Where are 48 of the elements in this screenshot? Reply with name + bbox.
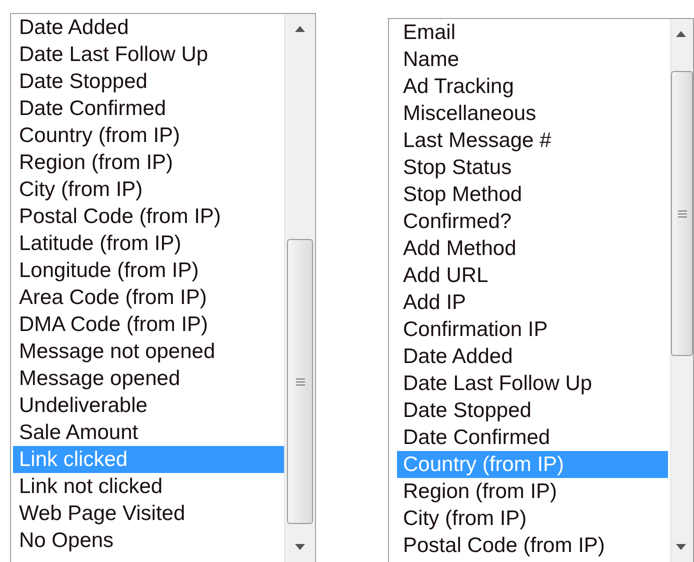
list-item[interactable]: Message not opened xyxy=(13,338,284,365)
list-item[interactable]: No Opens xyxy=(13,527,284,554)
list-item[interactable]: Date Confirmed xyxy=(397,424,668,451)
down-arrow-icon[interactable] xyxy=(676,544,686,550)
list-item[interactable]: City (from IP) xyxy=(13,176,284,203)
list-item[interactable]: Miscellaneous xyxy=(397,100,668,127)
scrollbar[interactable] xyxy=(670,19,693,562)
list-item[interactable]: Date Stopped xyxy=(397,397,668,424)
list-item[interactable]: Add URL xyxy=(397,262,668,289)
list-item[interactable]: Sale Amount xyxy=(13,419,284,446)
list-item[interactable]: Longitude (from IP) xyxy=(13,257,284,284)
list-item[interactable]: Country (from IP) xyxy=(13,122,284,149)
list-item[interactable]: Confirmation IP xyxy=(397,316,668,343)
list-item[interactable]: Undeliverable xyxy=(13,392,284,419)
list-item[interactable]: Web Page Visited xyxy=(13,500,284,527)
up-arrow-icon[interactable] xyxy=(676,31,686,37)
list-item[interactable]: Message opened xyxy=(13,365,284,392)
list-item[interactable]: Last Message # xyxy=(397,127,668,154)
list-item[interactable]: Area Code (from IP) xyxy=(13,284,284,311)
list-item[interactable]: Region (from IP) xyxy=(13,149,284,176)
list-item[interactable]: Region (from IP) xyxy=(397,478,668,505)
up-arrow-icon[interactable] xyxy=(295,26,305,32)
listbox[interactable] xyxy=(10,13,316,562)
list-item[interactable]: Name xyxy=(397,46,668,73)
list-item[interactable]: Date Last Follow Up xyxy=(13,41,284,68)
list-item[interactable]: Ad Tracking xyxy=(397,73,668,100)
list-item[interactable]: Latitude (from IP) xyxy=(13,230,284,257)
list-item[interactable]: Add Method xyxy=(397,235,668,262)
list-item[interactable]: Confirmed? xyxy=(397,208,668,235)
list-item[interactable]: Link not clicked xyxy=(13,473,284,500)
list-item[interactable]: Postal Code (from IP) xyxy=(397,532,668,559)
list-item[interactable]: Date Stopped xyxy=(13,68,284,95)
list-item[interactable]: Stop Status xyxy=(397,154,668,181)
list-item[interactable]: Date Added xyxy=(13,14,284,41)
scrollbar[interactable] xyxy=(284,14,315,562)
list-item[interactable]: Add IP xyxy=(397,289,668,316)
list-item[interactable]: Postal Code (from IP) xyxy=(13,203,284,230)
scroll-thumb[interactable] xyxy=(671,71,693,356)
list-item[interactable]: Date Confirmed xyxy=(13,95,284,122)
listbox[interactable] xyxy=(388,18,694,562)
list-item[interactable]: Email xyxy=(397,19,668,46)
list-item[interactable]: Stop Method xyxy=(397,181,668,208)
list-item[interactable]: Date Last Follow Up xyxy=(397,370,668,397)
list-item[interactable]: DMA Code (from IP) xyxy=(13,311,284,338)
list-item[interactable]: City (from IP) xyxy=(397,505,668,532)
scroll-thumb[interactable] xyxy=(287,239,313,524)
list-item[interactable]: Date Added xyxy=(397,343,668,370)
down-arrow-icon[interactable] xyxy=(295,544,305,550)
